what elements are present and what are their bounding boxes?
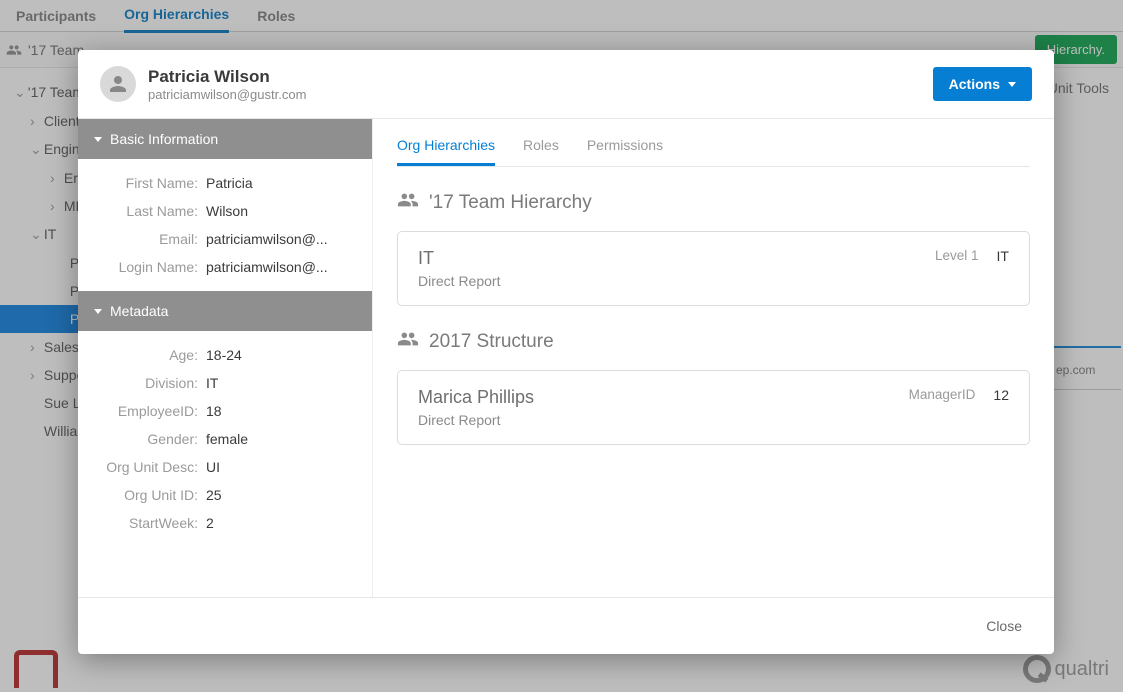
section-header[interactable]: Metadata <box>78 291 372 331</box>
modal-tab-permissions[interactable]: Permissions <box>587 125 663 166</box>
card-info-label: ManagerID <box>909 387 976 402</box>
info-row: Org Unit ID:25 <box>78 481 356 509</box>
info-label: EmployeeID: <box>78 403 206 419</box>
section-title: Metadata <box>110 303 168 319</box>
close-button[interactable]: Close <box>976 612 1032 640</box>
modal-person-email: patriciamwilson@gustr.com <box>148 87 306 102</box>
info-label: Last Name: <box>78 203 206 219</box>
info-value: female <box>206 431 248 447</box>
info-row: First Name:Patricia <box>78 169 356 197</box>
hierarchy-section: 2017 Structure Marica Phillips Direct Repo… <box>397 328 1030 445</box>
info-row: Login Name:patriciamwilson@... <box>78 253 356 281</box>
person-icon <box>106 72 130 96</box>
card-subtitle: Direct Report <box>418 273 500 289</box>
modal-footer: Close <box>78 597 1054 654</box>
hierarchy-title: 2017 Structure <box>429 331 554 353</box>
actions-button-label: Actions <box>949 76 1000 92</box>
info-value: Wilson <box>206 203 248 219</box>
group-icon <box>397 328 419 356</box>
modal-header: Patricia Wilson patriciamwilson@gustr.co… <box>78 50 1054 119</box>
hierarchy-card[interactable]: Marica Phillips Direct Report ManagerID 12 <box>397 370 1030 445</box>
hierarchy-title: '17 Team Hierarchy <box>429 192 592 214</box>
card-info-label: Level 1 <box>935 248 979 263</box>
section-header[interactable]: Basic Information <box>78 119 372 159</box>
hierarchy-card[interactable]: IT Direct Report Level 1 IT <box>397 231 1030 306</box>
info-row: Email:patriciamwilson@... <box>78 225 356 253</box>
info-value: 2 <box>206 515 214 531</box>
info-value: IT <box>206 375 218 391</box>
participant-modal: Patricia Wilson patriciamwilson@gustr.co… <box>78 50 1054 654</box>
info-row: Division:IT <box>78 369 356 397</box>
info-row: Age:18-24 <box>78 341 356 369</box>
info-value: 18-24 <box>206 347 242 363</box>
avatar <box>100 66 136 102</box>
section-title: Basic Information <box>110 131 218 147</box>
info-value: UI <box>206 459 220 475</box>
chevron-down-icon <box>94 309 102 314</box>
info-row: StartWeek:2 <box>78 509 356 537</box>
info-value: patriciamwilson@... <box>206 259 328 275</box>
card-title: IT <box>418 248 500 269</box>
info-value: 18 <box>206 403 222 419</box>
info-value: patriciamwilson@... <box>206 231 328 247</box>
info-value: 25 <box>206 487 222 503</box>
info-row: Last Name:Wilson <box>78 197 356 225</box>
modal-tab-roles[interactable]: Roles <box>523 125 559 166</box>
info-row: Gender:female <box>78 425 356 453</box>
group-icon <box>397 189 419 217</box>
info-label: StartWeek: <box>78 515 206 531</box>
modal-tab-org-hierarchies[interactable]: Org Hierarchies <box>397 125 495 166</box>
info-label: Login Name: <box>78 259 206 275</box>
info-row: EmployeeID:18 <box>78 397 356 425</box>
card-title: Marica Phillips <box>418 387 534 408</box>
hierarchy-section: '17 Team Hierarchy IT Direct Report Level 1… <box>397 189 1030 306</box>
info-label: Age: <box>78 347 206 363</box>
info-label: Org Unit ID: <box>78 487 206 503</box>
info-label: Division: <box>78 375 206 391</box>
card-info-value: 12 <box>993 387 1009 403</box>
info-label: First Name: <box>78 175 206 191</box>
modal-tabs: Org Hierarchies Roles Permissions <box>397 119 1030 167</box>
card-subtitle: Direct Report <box>418 412 534 428</box>
modal-person-name: Patricia Wilson <box>148 67 306 87</box>
info-row: Org Unit Desc:UI <box>78 453 356 481</box>
info-value: Patricia <box>206 175 253 191</box>
info-label: Gender: <box>78 431 206 447</box>
hierarchies-container: '17 Team Hierarchy IT Direct Report Level 1… <box>397 167 1030 445</box>
modal-left-panel: Basic InformationFirst Name:PatriciaLast… <box>78 119 373 597</box>
info-label: Email: <box>78 231 206 247</box>
card-info-value: IT <box>997 248 1009 264</box>
chevron-down-icon <box>1008 82 1016 87</box>
chevron-down-icon <box>94 137 102 142</box>
modal-right-panel: Org Hierarchies Roles Permissions '17 Team… <box>373 119 1054 597</box>
info-label: Org Unit Desc: <box>78 459 206 475</box>
actions-button[interactable]: Actions <box>933 67 1032 101</box>
